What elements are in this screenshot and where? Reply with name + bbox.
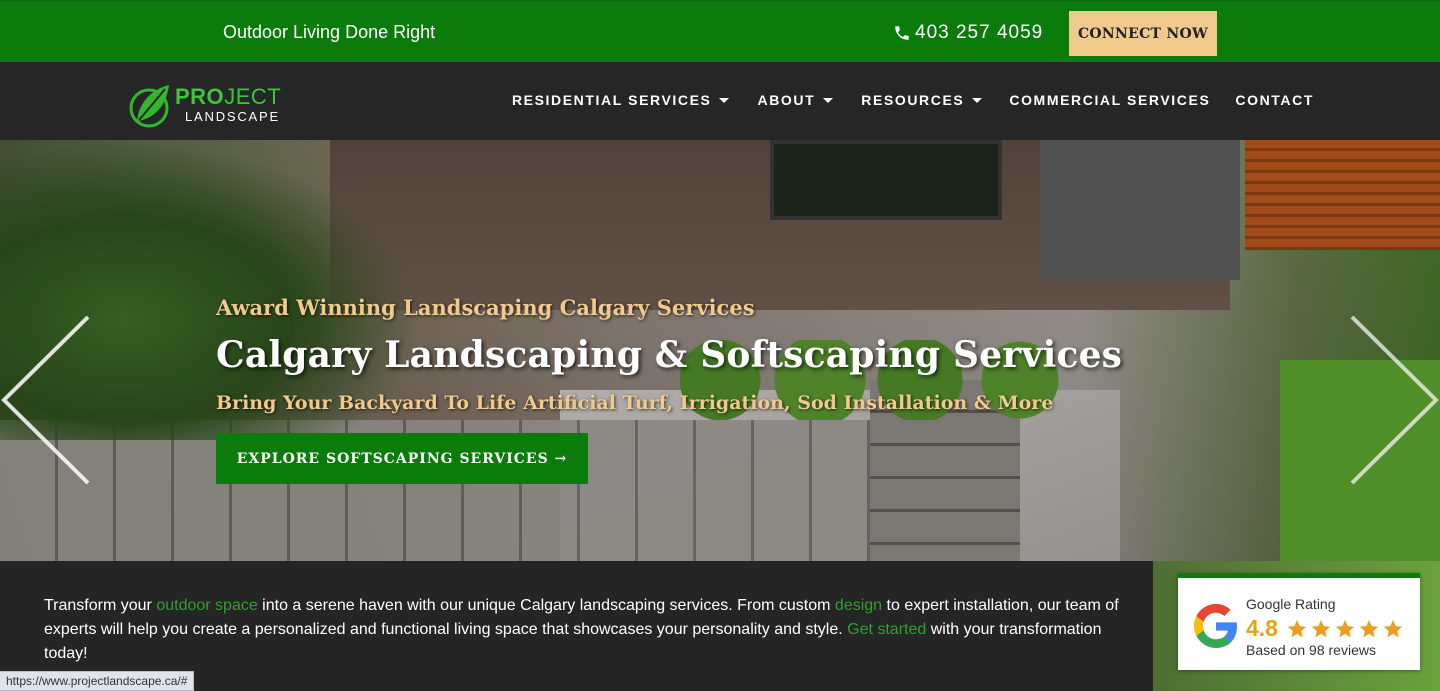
design-link[interactable]: design [835,597,882,614]
nav-label: ABOUT [757,92,816,108]
star-icon [1359,619,1379,638]
phone-icon [895,26,909,40]
google-g-icon [1194,604,1237,648]
intro-text: Transform your [44,597,157,614]
chevron-left-icon[interactable] [0,315,90,485]
primary-nav: RESIDENTIAL SERVICES ABOUT RESOURCES COM… [512,92,1314,108]
caret-down-icon [823,97,834,103]
phone-number: 403 257 4059 [915,22,1044,43]
connect-now-button[interactable]: CONNECT NOW [1069,11,1217,56]
intro-text: into a serene haven with our unique Calg… [257,597,835,614]
nav-resources[interactable]: RESOURCES [861,92,983,108]
nav-label: RESOURCES [861,92,965,108]
hero-title: Calgary Landscaping & Softscaping Servic… [216,334,1123,376]
main-navbar: PROJECT LANDSCAPE RESIDENTIAL SERVICES A… [0,62,1440,140]
logo-subtitle: LANDSCAPE [185,108,280,124]
caret-down-icon [719,97,730,103]
site-logo[interactable]: PROJECT LANDSCAPE [127,78,297,130]
star-icon [1311,619,1331,638]
google-review-count: Based on 98 reviews [1246,642,1376,658]
nav-label: CONTACT [1235,92,1314,108]
nav-label: COMMERCIAL SERVICES [1009,92,1211,108]
chevron-right-icon[interactable] [1350,315,1440,485]
logo-wordmark: PROJECT [175,83,282,109]
top-bar: Outdoor Living Done Right 403 257 4059 C… [0,0,1440,62]
star-icon [1383,619,1403,638]
nav-about[interactable]: ABOUT [757,92,834,108]
hero-slider: Award Winning Landscaping Calgary Servic… [0,140,1440,561]
leaf-logo-icon [129,85,169,128]
phone-link[interactable]: 403 257 4059 [893,22,1043,44]
star-icon [1287,619,1307,638]
explore-softscaping-button[interactable]: EXPLORE SOFTSCAPING SERVICES → [216,433,588,484]
google-rating-score: 4.8 [1246,615,1278,641]
nav-residential-services[interactable]: RESIDENTIAL SERVICES [512,92,730,108]
nav-commercial-services[interactable]: COMMERCIAL SERVICES [1009,92,1210,108]
rating-stars [1286,618,1404,640]
outdoor-space-link[interactable]: outdoor space [156,597,257,614]
nav-contact[interactable]: CONTACT [1235,92,1314,108]
tagline: Outdoor Living Done Right [223,22,436,42]
hero-kicker: Award Winning Landscaping Calgary Servic… [216,295,755,320]
nav-label: RESIDENTIAL SERVICES [511,92,712,108]
get-started-link[interactable]: Get started [847,621,926,638]
google-rating-badge[interactable]: Google Rating 4.8 Based on 98 reviews [1178,573,1420,670]
google-rating-label: Google Rating [1246,596,1336,612]
caret-down-icon [972,97,983,103]
star-icon [1335,619,1355,638]
hero-subtitle: Bring Your Backyard To Life Artificial T… [216,392,1054,414]
intro-paragraph: Transform your outdoor space into a sere… [44,594,1124,666]
browser-status-url: https://www.projectlandscape.ca/# [0,671,195,691]
